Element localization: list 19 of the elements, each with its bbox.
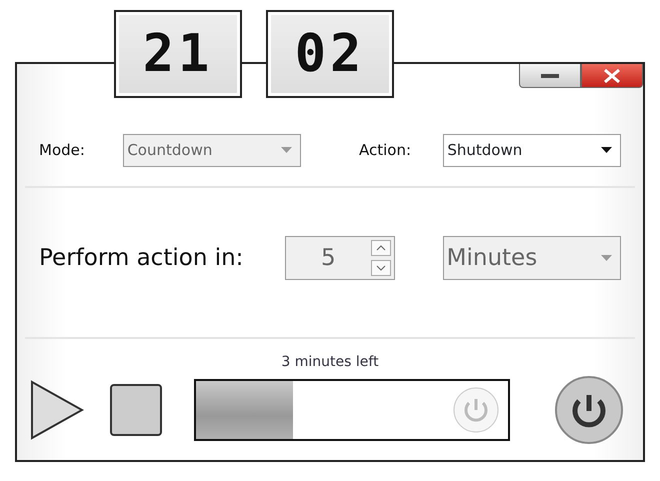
power-button[interactable]: [554, 375, 624, 445]
action-dropdown[interactable]: Shutdown: [443, 134, 621, 166]
power-icon: [452, 386, 500, 434]
caret-icon: [601, 255, 612, 261]
action-label: Action:: [359, 140, 412, 161]
stop-icon[interactable]: [110, 384, 162, 436]
minutes-display: 02: [266, 10, 394, 98]
hours-display: 21: [114, 10, 242, 98]
minimize-button[interactable]: [519, 64, 581, 88]
minimize-icon: [541, 72, 559, 78]
mode-label: Mode:: [39, 140, 86, 161]
delay-label: Perform action in:: [39, 244, 244, 273]
close-icon: [603, 68, 621, 82]
caret-icon: [601, 147, 612, 153]
caret-icon: [281, 147, 292, 153]
power-icon: [554, 375, 624, 445]
close-button[interactable]: [581, 64, 643, 88]
play-icon[interactable]: [30, 380, 84, 440]
status-text: 3 minutes left: [281, 354, 379, 370]
